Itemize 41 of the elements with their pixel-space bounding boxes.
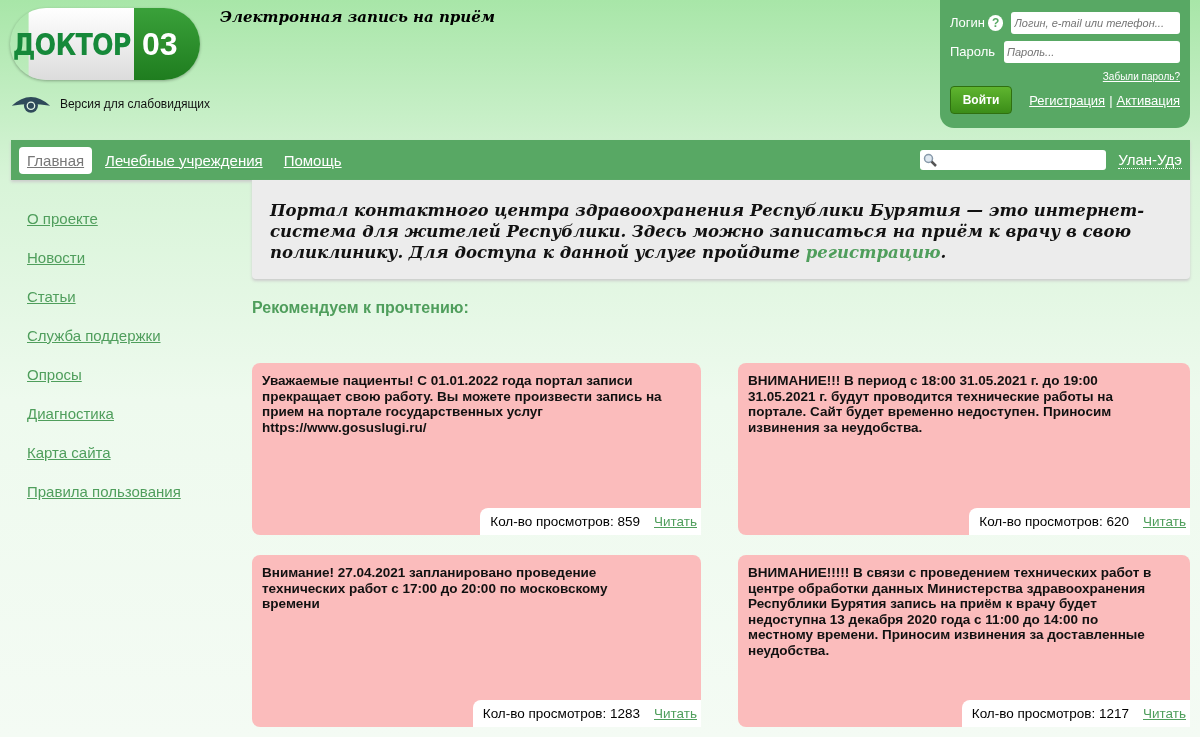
login-button[interactable]: Войти — [950, 86, 1012, 114]
forgot-password-link[interactable]: Забыли пароль? — [1102, 71, 1180, 82]
nav-tab[interactable]: Помощь — [275, 146, 350, 174]
sidebar-link[interactable]: О проекте — [27, 210, 252, 227]
sidebar-link[interactable]: Статьи — [27, 288, 252, 305]
city-link[interactable]: Улан-Удэ — [1118, 151, 1182, 169]
sidebar-link[interactable]: Служба поддержки — [27, 327, 252, 344]
search-field[interactable] — [920, 150, 1107, 170]
news-text: Уважаемые пациенты! С 01.01.2022 года портал записи прекращает свою работу. Вы можете произвести запись на прием на портале государственных услуг https://www.gosuslugi.ru/ — [262, 373, 663, 435]
search-icon — [923, 153, 938, 167]
news-text: ВНИМАНИЕ!!!!! В связи с проведением технических работ в центре обработки данных Министерства здравоохранения Республики Бурятия запись на приём к врачу будет недоступна 13 декабря 2020 года с 11:00 до 14:00 по местному времени. Приносим извинения за доставленные неудобства. — [748, 565, 1153, 658]
view-count: Кол-во просмотров: 859 — [490, 514, 640, 529]
read-link[interactable]: Читать — [1143, 706, 1186, 721]
registration-link[interactable]: регистрацию — [805, 243, 941, 262]
nav-tab[interactable]: Главная — [19, 146, 93, 174]
login-label: Логин — [950, 13, 986, 32]
view-count: Кол-во просмотров: 1283 — [482, 706, 640, 721]
password-label: Пароль — [950, 42, 996, 61]
help-icon[interactable]: ? — [988, 14, 1004, 31]
password-field[interactable]: Пароль... — [1004, 40, 1180, 63]
login-field[interactable]: Логин, e-mail или телефон... — [1011, 11, 1180, 34]
activation-link[interactable]: Активация — [1116, 92, 1180, 108]
news-text: ВНИМАНИЕ!!! В период с 18:00 31.05.2021 г. до 19:00 31.05.2021 г. будут проводится технические работы на портале. Сайт будет временно недоступен. Приносим извинения за неудобства. — [748, 373, 1114, 435]
section-heading: Рекомендуем к прочтению: — [252, 299, 470, 317]
nav-tab[interactable]: Лечебные учреждения — [97, 146, 271, 174]
accessibility-link[interactable]: Версия для слабовидящих — [59, 97, 210, 111]
view-count: Кол-во просмотров: 620 — [979, 514, 1129, 529]
sidebar-link[interactable]: Опросы — [27, 366, 252, 383]
read-link[interactable]: Читать — [1143, 514, 1186, 529]
site-tagline: Электронная запись на приём — [220, 8, 497, 28]
read-link[interactable]: Читать — [654, 706, 697, 721]
register-link[interactable]: Регистрация — [1029, 92, 1106, 108]
sidebar-link[interactable]: Диагностика — [27, 405, 252, 422]
sidebar-link[interactable]: Новости — [27, 249, 252, 266]
sidebar-link[interactable]: Правила пользования — [27, 483, 252, 500]
read-link[interactable]: Читать — [654, 514, 697, 529]
separator: | — [1109, 92, 1113, 108]
news-text: Внимание! 27.04.2021 запланировано проведение технических работ с 17:00 до 20:00 по московскому времени — [262, 565, 609, 612]
view-count: Кол-во просмотров: 1217 — [971, 706, 1129, 721]
sidebar-link[interactable]: Карта сайта — [27, 444, 252, 461]
intro-text: Портал контактного центра здравоохранения Республики Бурятия — это интернет-система для жителей Республики. Здесь можно записаться на приём к врачу в свою поликлинику. Для доступа к данной услуге пройдите регистрацию. — [270, 200, 1146, 263]
